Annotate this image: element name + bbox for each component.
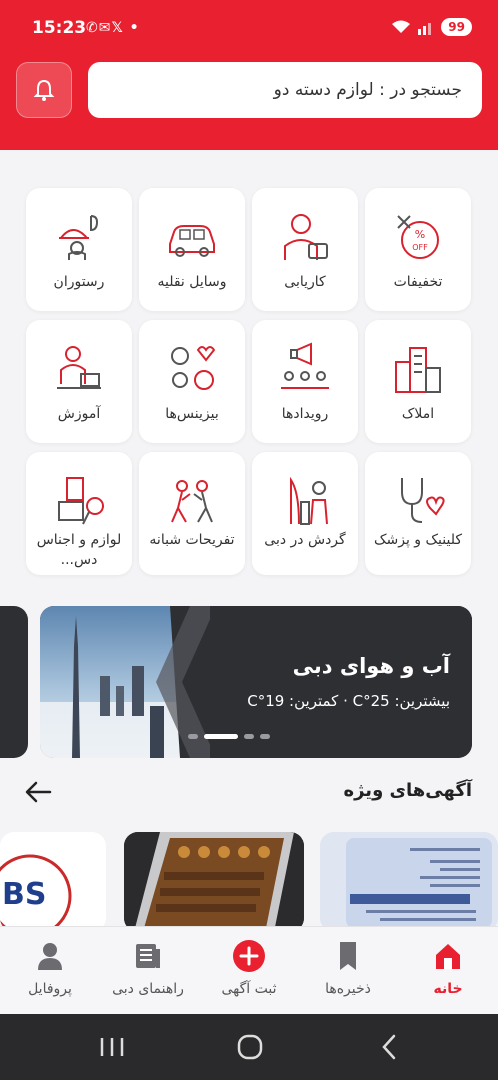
bottom-navigation: خانه ذخیره‌ها ثبت آگهی راهنمای دبی پروفا…	[0, 926, 498, 1014]
category-clinic[interactable]: کلینیک و پزشک	[365, 452, 471, 575]
business-icon	[171, 346, 216, 390]
signal-icon	[418, 23, 432, 35]
category-label: گردش در دبی	[264, 532, 346, 548]
category-nightlife[interactable]: تفریحات شبانه	[139, 452, 245, 575]
weather-banner[interactable]: آب و هوای دبی بیشترین: C°25 · کمترین: C°…	[40, 606, 472, 758]
category-grid: % OFF تخفیفات کاریابی وسایل نقلیه رستوران…	[26, 188, 471, 578]
category-label: کاریابی	[284, 274, 326, 290]
carousel-prev-slide[interactable]	[0, 606, 28, 758]
category-jobs[interactable]: کاریابی	[252, 188, 358, 311]
ad-logo-image: BS	[0, 854, 72, 932]
category-vehicles[interactable]: وسایل نقلیه	[139, 188, 245, 311]
system-navigation-bar	[0, 1014, 498, 1080]
category-real-estate[interactable]: املاک	[365, 320, 471, 443]
category-tourism[interactable]: گردش در دبی	[252, 452, 358, 575]
featured-ad-card[interactable]: BS	[0, 832, 106, 932]
category-goods[interactable]: لوازم و اجناس دس...	[26, 452, 132, 575]
nav-post-ad[interactable]: ثبت آگهی	[199, 927, 299, 1015]
category-label: تخفیفات	[393, 274, 443, 290]
category-label: آموزش	[57, 406, 101, 422]
carousel-dot	[244, 734, 254, 739]
nav-dubai-guide[interactable]: راهنمای دبی	[98, 927, 198, 1015]
svg-text:%: %	[415, 228, 425, 241]
notification-icons: ✆✉𝕏 •	[86, 20, 140, 36]
featured-ads-title: آگهی‌های ویژه	[343, 780, 472, 801]
profile-icon	[38, 943, 62, 970]
category-label: وسایل نقلیه	[157, 274, 227, 290]
battery-badge: 99	[441, 18, 472, 36]
category-label: رستوران	[53, 274, 105, 290]
guide-icon	[136, 944, 160, 968]
notifications-button[interactable]	[16, 62, 72, 118]
bell-icon	[33, 79, 55, 101]
featured-ad-card[interactable]	[124, 832, 304, 932]
category-label: بیزینس‌ها	[165, 406, 219, 422]
education-icon	[57, 346, 101, 389]
featured-ad-card[interactable]	[320, 832, 498, 932]
search-placeholder: جستجو در : لوازم دسته دو	[273, 80, 462, 100]
nav-saved[interactable]: ذخیره‌ها	[298, 927, 398, 1015]
ad-food-image	[124, 832, 304, 932]
nav-label: ثبت آگهی	[221, 981, 277, 997]
home-icon	[436, 944, 460, 969]
job-icon	[284, 214, 328, 260]
status-bar: 15:23 ✆✉𝕏 • 99	[0, 0, 498, 60]
restaurant-icon	[58, 215, 99, 260]
wifi-icon	[392, 20, 411, 33]
category-education[interactable]: آموزش	[26, 320, 132, 443]
discount-icon: % OFF	[397, 215, 439, 259]
svg-text:BS: BS	[2, 877, 46, 912]
category-discounts[interactable]: % OFF تخفیفات	[365, 188, 471, 311]
search-input[interactable]: جستجو در : لوازم دسته دو	[88, 62, 482, 118]
buildings-icon	[395, 347, 441, 393]
ad-beauty-image	[320, 832, 498, 932]
category-label: کلینیک و پزشک	[373, 532, 463, 548]
carousel-indicator	[188, 734, 270, 739]
carousel-dot	[188, 734, 198, 739]
category-label: املاک	[401, 406, 435, 422]
nav-label: راهنمای دبی	[112, 981, 184, 997]
category-label: رویدادها	[281, 406, 329, 422]
nightlife-icon	[171, 480, 213, 523]
nav-home[interactable]: خانه	[398, 927, 498, 1015]
tourism-icon	[290, 476, 328, 525]
nav-profile[interactable]: پروفایل	[0, 927, 100, 1015]
add-icon	[233, 940, 265, 972]
status-time: 15:23	[32, 18, 87, 38]
car-icon	[169, 225, 215, 257]
category-label: لوازم و اجناس دس...	[36, 532, 122, 568]
carousel-dot	[260, 734, 270, 739]
weather-title: آب و هوای دبی	[292, 654, 450, 678]
carousel-dot-active	[204, 734, 238, 739]
category-restaurant[interactable]: رستوران	[26, 188, 132, 311]
events-icon	[281, 342, 329, 389]
back-button-icon[interactable]	[370, 1032, 410, 1062]
app-header: 15:23 ✆✉𝕏 • 99 جستجو در : لوازم دسته دو	[0, 0, 498, 150]
status-right: 99	[391, 18, 472, 36]
bookmark-icon	[340, 942, 356, 970]
arrow-left-icon[interactable]	[24, 779, 54, 805]
nav-label: پروفایل	[28, 981, 72, 997]
nav-label: ذخیره‌ها	[325, 981, 371, 997]
recent-apps-icon[interactable]	[92, 1032, 132, 1062]
nav-label: خانه	[433, 981, 463, 997]
category-business[interactable]: بیزینس‌ها	[139, 320, 245, 443]
svg-text:OFF: OFF	[412, 243, 428, 252]
goods-icon	[58, 477, 104, 525]
category-events[interactable]: رویدادها	[252, 320, 358, 443]
category-label: تفریحات شبانه	[149, 532, 235, 548]
weather-temperatures: بیشترین: C°25 · کمترین: C°19	[247, 692, 450, 710]
home-button-icon[interactable]	[230, 1032, 270, 1062]
clinic-icon	[401, 478, 445, 523]
